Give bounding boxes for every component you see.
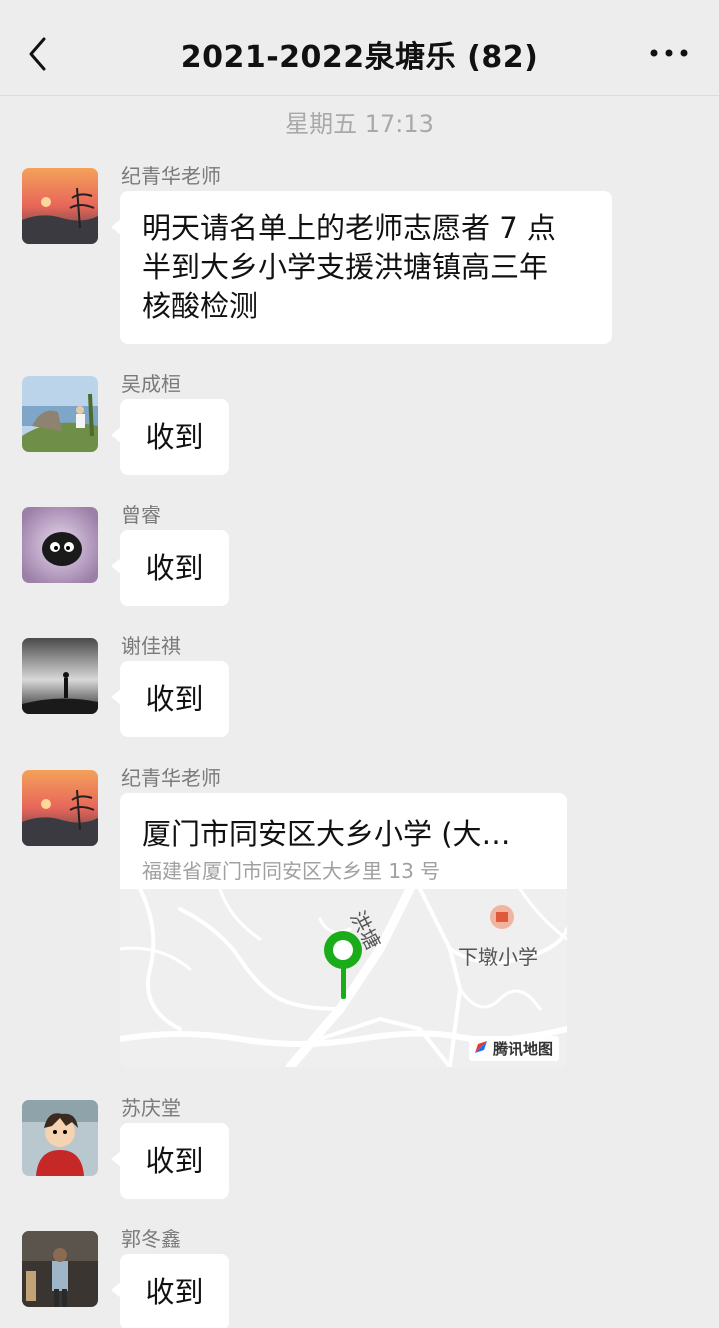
location-map[interactable]: 洪塘 下墩小学 腾讯地图 (120, 889, 567, 1067)
avatar[interactable] (22, 376, 98, 452)
sender-name: 曾睿 (121, 503, 161, 527)
chat-header: 2021-2022泉塘乐 (82) (0, 0, 719, 96)
chat-title: 2021-2022泉塘乐 (82) (180, 40, 539, 75)
message-bubble[interactable]: 收到 (111, 530, 229, 606)
location-card[interactable]: 厦门市同安区大乡小学 (大… 福建省厦门市同安区大乡里 13 号 洪塘 下墩小学… (120, 793, 567, 1067)
more-options-icon[interactable] (649, 38, 689, 68)
message-bubble[interactable]: 明天请名单上的老师志愿者 7 点 半到大乡小学支援洪塘镇高三年 核酸检测 (111, 191, 612, 344)
message-text-line: 半到大乡小学支援洪塘镇高三年 (142, 250, 549, 284)
sender-name: 纪青华老师 (121, 766, 221, 790)
map-attribution: 腾讯地图 (468, 1036, 559, 1061)
map-poi-label: 下墩小学 (458, 945, 538, 969)
map-attribution-text: 腾讯地图 (492, 1040, 553, 1058)
avatar[interactable] (22, 507, 98, 583)
avatar[interactable] (22, 770, 98, 846)
message-bubble[interactable]: 收到 (111, 399, 229, 475)
message-bubble[interactable]: 收到 (111, 1254, 229, 1328)
sender-name: 郭冬鑫 (121, 1227, 181, 1251)
message-text-line: 核酸检测 (142, 289, 259, 323)
message-bubble[interactable]: 收到 (111, 1123, 229, 1199)
sender-name: 苏庆堂 (121, 1096, 181, 1120)
tencent-map-logo-icon (474, 1041, 487, 1053)
message-timestamp: 星期五 17:13 (285, 110, 434, 138)
avatar[interactable] (22, 1231, 98, 1307)
location-name: 厦门市同安区大乡小学 (大… (142, 817, 511, 851)
sender-name: 纪青华老师 (121, 164, 221, 188)
message-text-line: 明天请名单上的老师志愿者 7 点 (142, 211, 556, 245)
avatar[interactable] (22, 638, 98, 714)
avatar[interactable] (22, 1100, 98, 1176)
location-address: 福建省厦门市同安区大乡里 13 号 (142, 859, 441, 883)
avatar[interactable] (22, 168, 98, 244)
sender-name: 吴成桓 (121, 372, 181, 396)
message-bubble[interactable]: 收到 (111, 661, 229, 737)
sender-name: 谢佳祺 (121, 634, 181, 658)
